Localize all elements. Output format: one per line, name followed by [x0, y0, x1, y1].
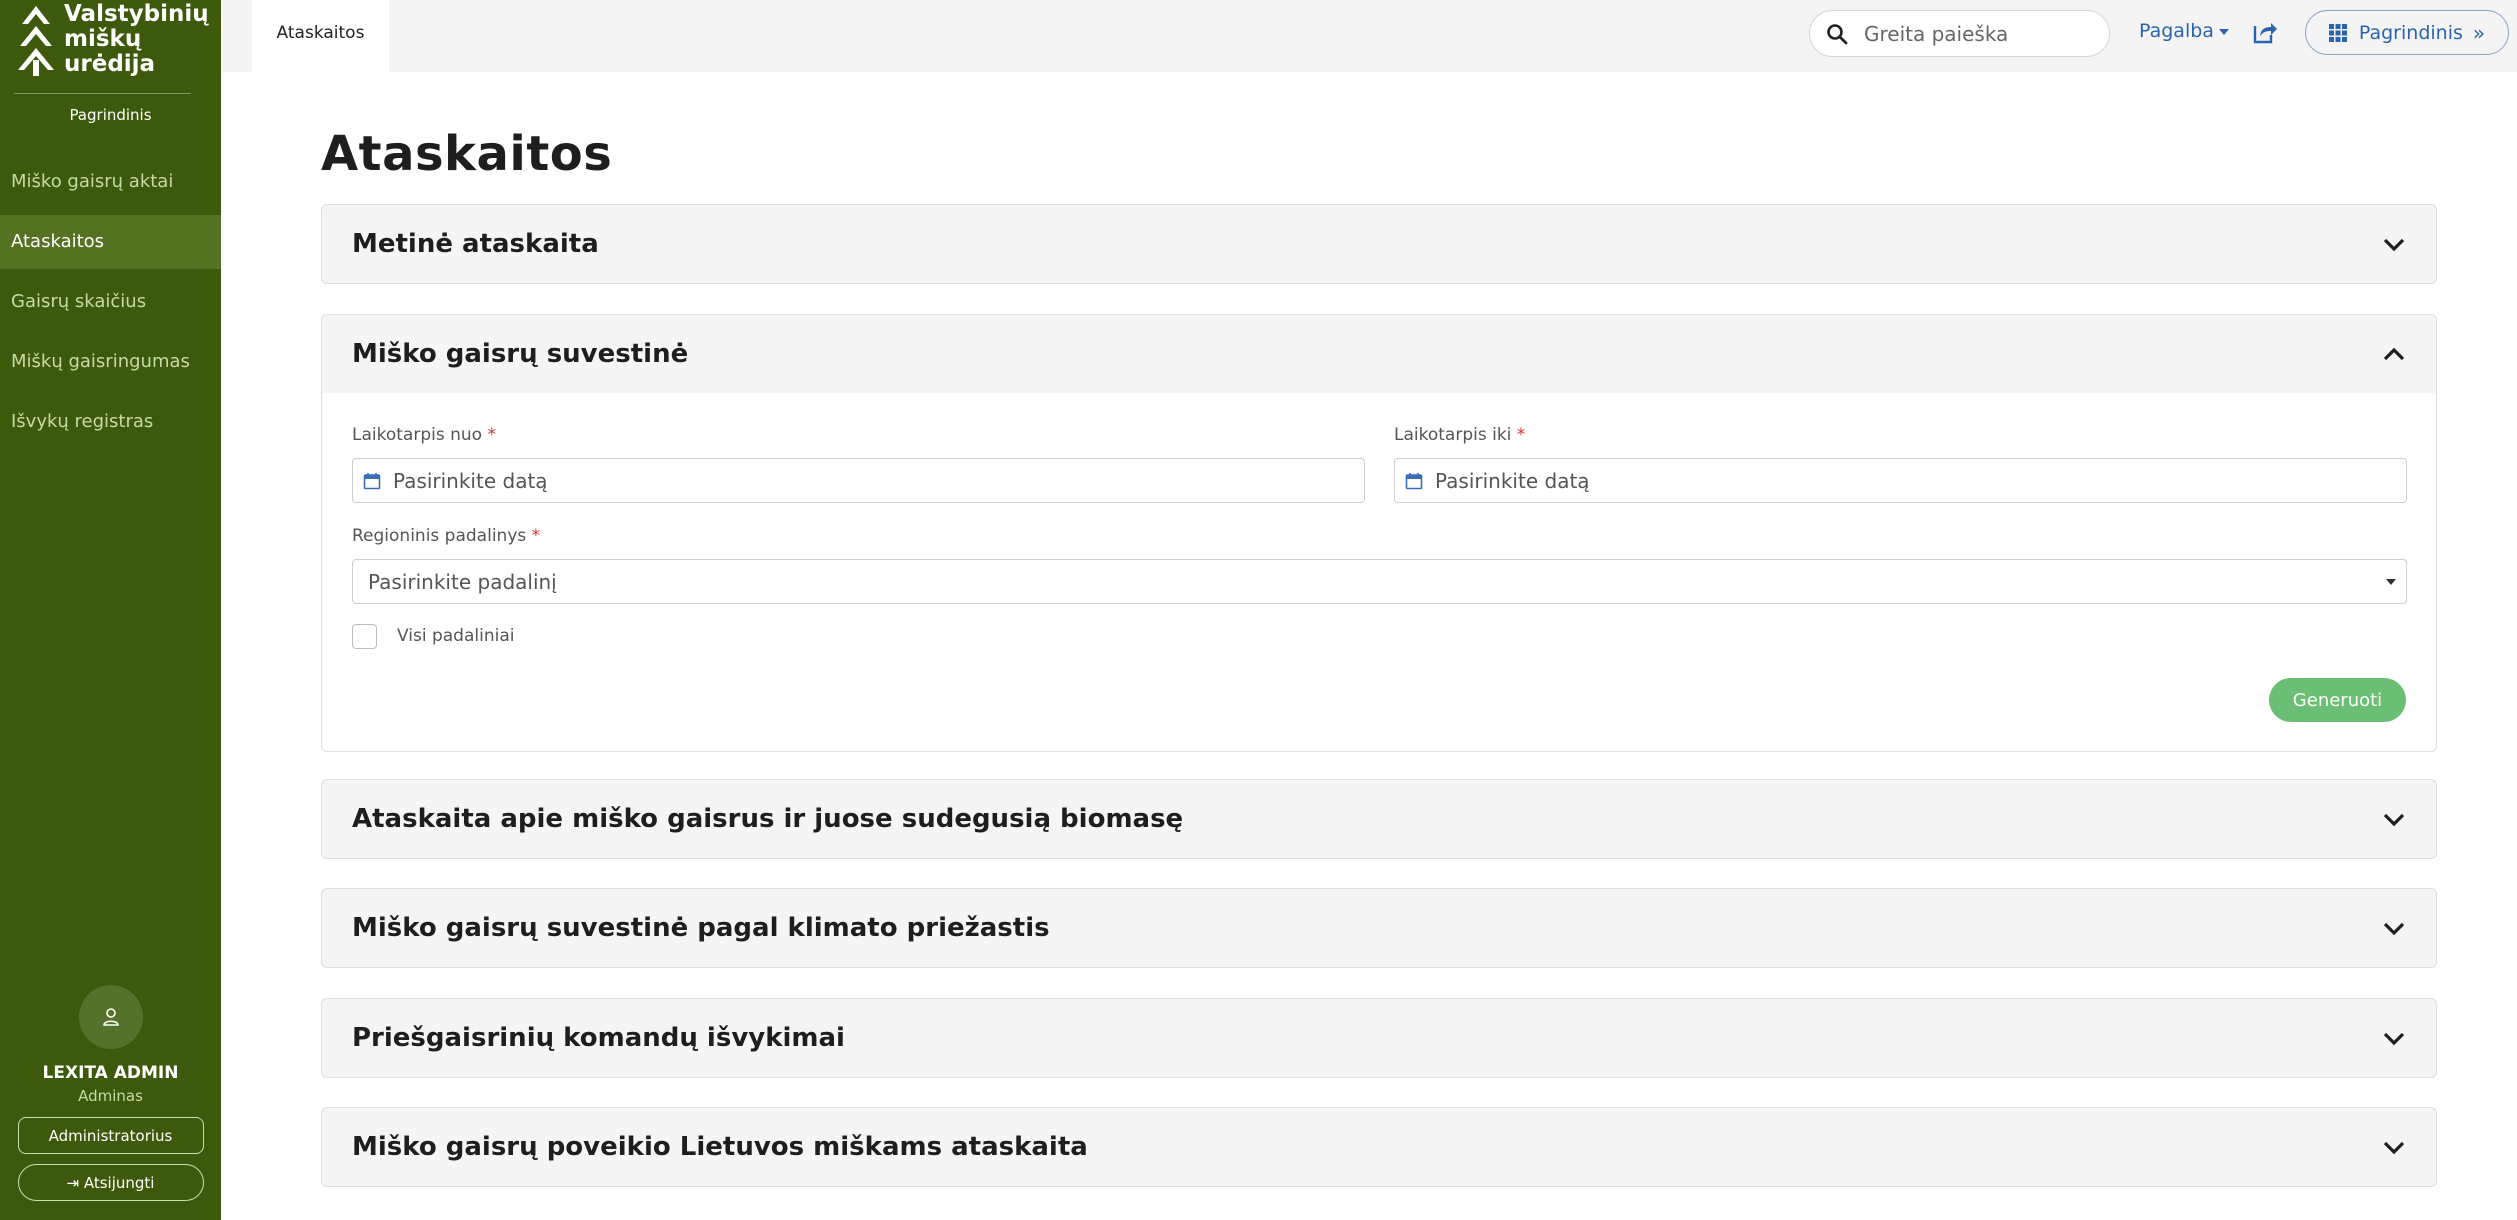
sidebar-divider [14, 93, 191, 94]
page-title: Ataskaitos [321, 126, 613, 182]
region-placeholder: Pasirinkite padalinį [368, 569, 557, 594]
chevron-down-icon [2383, 1032, 2405, 1046]
accordion-title: Miško gaisrų suvestinė pagal klimato pri… [352, 913, 1050, 943]
all-units-label[interactable]: Visi padaliniai [397, 626, 514, 646]
topbar: Ataskaitos Pagalba Pagrindinis » [221, 0, 2517, 72]
sidebar-item-fire-acts[interactable]: Miško gaisrų aktai [0, 155, 221, 209]
sidebar-item-fire-count[interactable]: Gaisrų skaičius [0, 275, 221, 329]
chevron-down-icon [2383, 238, 2405, 252]
accordion-title: Metinė ataskaita [352, 229, 599, 259]
period-to-label: Laikotarpis iki * [1394, 425, 1525, 445]
logout-label: Atsijungti [83, 1174, 155, 1192]
chevron-down-icon [2383, 813, 2405, 827]
accordion-header[interactable]: Metinė ataskaita [322, 205, 2436, 283]
accordion-title: Ataskaita apie miško gaisrus ir juose su… [352, 804, 1184, 834]
required-mark: * [1516, 425, 1526, 445]
required-mark: * [487, 425, 496, 445]
period-from-label-text: Laikotarpis nuo [352, 425, 483, 445]
accordion-biomass-report: Ataskaita apie miško gaisrus ir juose su… [321, 779, 2437, 859]
caret-down-icon [2218, 28, 2229, 35]
tree-logo-icon [18, 6, 54, 76]
accordion-header[interactable]: Priešgaisrinių komandų išvykimai [322, 999, 2436, 1077]
accordion-body: Laikotarpis nuo * Pasirinkite datą Laiko… [322, 393, 2436, 751]
logo-line-1: Valstybinių [64, 1, 209, 27]
logo-line-2: miškų [64, 26, 142, 52]
period-to-placeholder: Pasirinkite datą [1435, 468, 1590, 493]
accordion-title: Miško gaisrų poveikio Lietuvos miškams a… [352, 1132, 1088, 1162]
accordion-header[interactable]: Miško gaisrų suvestinė pagal klimato pri… [322, 889, 2436, 967]
logo[interactable]: Valstybinių miškų urėdija [14, 2, 209, 80]
accordion-header[interactable]: Miško gaisrų poveikio Lietuvos miškams a… [322, 1108, 2436, 1186]
accordion-fire-team-dispatches: Priešgaisrinių komandų išvykimai [321, 998, 2437, 1078]
user-name: LEXITA ADMIN [42, 1063, 179, 1083]
quick-search[interactable] [1809, 10, 2110, 57]
accordion-header[interactable]: Miško gaisrų suvestinė [322, 315, 2436, 393]
logout-button[interactable]: ⇥ Atsijungti [17, 1164, 204, 1201]
sign-out-icon: ⇥ [66, 1174, 80, 1192]
search-icon [1827, 23, 1848, 44]
region-select[interactable]: Pasirinkite padalinį [352, 559, 2407, 604]
tab-reports[interactable]: Ataskaitos [252, 0, 389, 72]
sidebar-item-forest-flammability[interactable]: Miškų gaisringumas [0, 335, 221, 389]
chevron-down-icon [2383, 922, 2405, 936]
accordion-annual-report: Metinė ataskaita [321, 204, 2437, 284]
logo-text: Valstybinių miškų urėdija [64, 2, 209, 80]
sidebar: Valstybinių miškų urėdija Pagrindinis Mi… [0, 0, 221, 1220]
period-to-label-text: Laikotarpis iki [1394, 425, 1512, 445]
accordion-forest-impact: Miško gaisrų poveikio Lietuvos miškams a… [321, 1107, 2437, 1187]
calendar-icon [1405, 472, 1423, 489]
help-dropdown[interactable]: Pagalba [2139, 20, 2229, 42]
sidebar-home-link[interactable]: Pagrindinis [0, 106, 221, 124]
chevron-up-icon [2383, 347, 2405, 361]
chevron-down-icon [2383, 1141, 2405, 1155]
period-from-label: Laikotarpis nuo * [352, 425, 496, 445]
double-chevron-right-icon: » [2472, 20, 2486, 45]
all-units-checkbox[interactable] [352, 624, 377, 649]
avatar [78, 985, 143, 1049]
user-panel: LEXITA ADMIN Adminas Administratorius ⇥ … [0, 985, 221, 1201]
sidebar-item-dispatch-register[interactable]: Išvykų registras [0, 395, 221, 449]
accordion-title: Priešgaisrinių komandų išvykimai [352, 1023, 845, 1053]
help-label: Pagalba [2139, 20, 2214, 42]
main-menu-label: Pagrindinis [2358, 21, 2463, 44]
main-menu-button[interactable]: Pagrindinis » [2305, 10, 2509, 55]
region-label-text: Regioninis padalinys [352, 526, 527, 546]
period-from-placeholder: Pasirinkite datą [393, 468, 548, 493]
search-input[interactable] [1862, 20, 2092, 47]
calendar-icon [363, 472, 381, 489]
period-from-input[interactable]: Pasirinkite datą [352, 458, 1365, 503]
accordion-title: Miško gaisrų suvestinė [352, 339, 689, 369]
sidebar-nav: Miško gaisrų aktai Ataskaitos Gaisrų ska… [0, 155, 221, 449]
user-icon [102, 1008, 119, 1026]
required-mark: * [531, 526, 541, 546]
accordion-fire-summary: Miško gaisrų suvestinė Laikotarpis nuo *… [321, 314, 2437, 752]
administrator-button[interactable]: Administratorius [17, 1117, 204, 1154]
accordion-header[interactable]: Ataskaita apie miško gaisrus ir juose su… [322, 780, 2436, 858]
region-label: Regioninis padalinys * [352, 526, 540, 546]
accordion-climate-causes: Miško gaisrų suvestinė pagal klimato pri… [321, 888, 2437, 968]
grid-icon [2328, 23, 2347, 42]
generate-button[interactable]: Generuoti [2269, 678, 2406, 722]
share-icon[interactable] [2251, 18, 2279, 46]
user-role: Adminas [78, 1087, 143, 1105]
sidebar-item-reports[interactable]: Ataskaitos [0, 215, 221, 269]
logo-line-3: urėdija [64, 51, 156, 77]
period-to-input[interactable]: Pasirinkite datą [1394, 458, 2407, 503]
caret-down-icon [2386, 579, 2396, 585]
